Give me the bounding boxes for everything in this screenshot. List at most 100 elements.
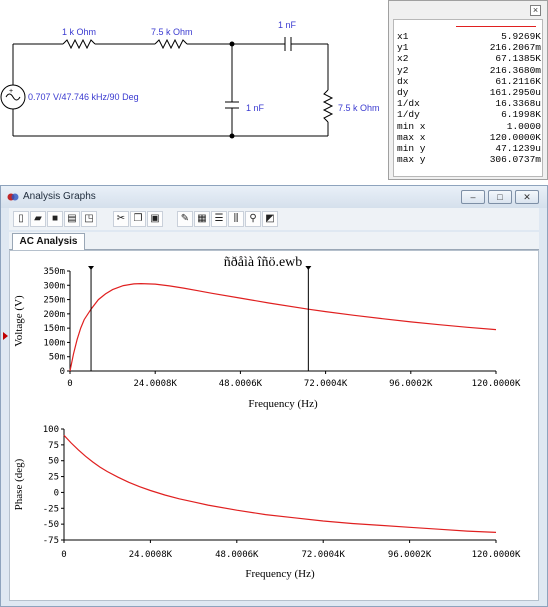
x-axis-label: Frequency (Hz) bbox=[245, 568, 315, 580]
legend-icon[interactable]: ☰ bbox=[211, 211, 227, 227]
analysis-graphs-window: Analysis Graphs – □ ✕ ▯ ▰ ■ ▤ ◳ ✂ ❐ ▣ ✎ … bbox=[0, 185, 548, 607]
x-tick-label: 0 bbox=[67, 379, 72, 389]
x-tick-label: 0 bbox=[61, 550, 66, 560]
cut-icon[interactable]: ✂ bbox=[113, 211, 129, 227]
title-bar[interactable]: Analysis Graphs – □ ✕ bbox=[1, 186, 547, 208]
open-icon[interactable]: ▰ bbox=[30, 211, 46, 227]
readout-value: 61.2116K bbox=[495, 75, 541, 87]
circuit-schematic: + 1 k Ohm 7.5 k Ohm 1 nF 1 nF 7.5 k Ohm … bbox=[0, 20, 380, 139]
x-tick-label: 96.0002K bbox=[389, 379, 433, 389]
svg-text:+: + bbox=[9, 88, 13, 95]
readout-key: 1/dx bbox=[397, 98, 420, 110]
readout-value: 47.1239u bbox=[495, 142, 541, 154]
readout-row: 1/dy 6.1998K bbox=[397, 109, 541, 120]
y-tick-label: -50 bbox=[43, 520, 59, 530]
analysis-plots: ñðåìà îñö.ewb 0 50m 100m 150m 200m 250m 300m 350… bbox=[13, 255, 521, 580]
readout-value: 306.0737m bbox=[489, 154, 541, 166]
new-icon[interactable]: ▯ bbox=[13, 211, 29, 227]
x-tick-label: 120.0000K bbox=[472, 550, 521, 560]
print-preview-icon[interactable]: ◳ bbox=[81, 211, 97, 227]
x-tick-label: 48.0006K bbox=[215, 550, 259, 560]
readout-value: 1.0000 bbox=[506, 120, 541, 132]
readout-value: 6.1998K bbox=[501, 109, 541, 121]
readout-key: 1/dy bbox=[397, 109, 420, 121]
copy-icon[interactable]: ❐ bbox=[130, 211, 146, 227]
y-tick-label: 0 bbox=[54, 488, 59, 498]
maximize-button[interactable]: □ bbox=[488, 190, 512, 204]
copy-graph-icon[interactable]: ◩ bbox=[262, 211, 278, 227]
readout-value: 67.1385K bbox=[495, 53, 541, 65]
x-tick-label: 72.0004K bbox=[304, 379, 348, 389]
x-tick-label: 72.0004K bbox=[302, 550, 346, 560]
readout-value: 216.2067m bbox=[489, 42, 541, 54]
resistor-r2 bbox=[154, 38, 188, 50]
readout-row: min x 1.0000 bbox=[397, 121, 541, 132]
plot-area: ñðåìà îñö.ewb 0 50m 100m 150m 200m 250m 300m 350… bbox=[9, 250, 539, 601]
save-icon[interactable]: ■ bbox=[47, 211, 63, 227]
chart-title: ñðåìà îñö.ewb bbox=[224, 255, 303, 270]
y-tick-label: 50 bbox=[48, 457, 59, 467]
tab-strip: AC Analysis bbox=[9, 232, 539, 250]
series-line bbox=[69, 282, 497, 372]
properties-icon[interactable]: ✎ bbox=[177, 211, 193, 227]
readout-row: 1/dx 16.3368u bbox=[397, 98, 541, 109]
readout-key: min x bbox=[397, 120, 426, 132]
readout-row: x2 67.1385K bbox=[397, 53, 541, 64]
readout-row: y1 216.2067m bbox=[397, 42, 541, 53]
readout-key: y1 bbox=[397, 42, 409, 54]
y-tick-label: 350m bbox=[43, 267, 65, 277]
y-tick-label: 100 bbox=[43, 425, 59, 435]
x-axis-label: Frequency (Hz) bbox=[248, 398, 318, 410]
r3-label: 7.5 k Ohm bbox=[338, 103, 380, 113]
x-tick-label: 96.0002K bbox=[388, 550, 432, 560]
y-tick-label: 300m bbox=[43, 281, 65, 291]
y-tick-label: 75 bbox=[48, 441, 59, 451]
close-button[interactable]: ✕ bbox=[515, 190, 539, 204]
cursor-handle bbox=[305, 266, 312, 270]
resistor-r1 bbox=[62, 38, 96, 50]
readout-value: 16.3368u bbox=[495, 98, 541, 110]
window-title: Analysis Graphs bbox=[23, 191, 96, 202]
readout-row: dx 61.2116K bbox=[397, 76, 541, 87]
cursor-icon[interactable]: ⫼ bbox=[228, 211, 244, 227]
print-icon[interactable]: ▤ bbox=[64, 211, 80, 227]
y-tick-label: 250m bbox=[43, 296, 65, 306]
r2-label: 7.5 k Ohm bbox=[151, 27, 193, 37]
series-line bbox=[63, 434, 497, 533]
close-icon[interactable]: × bbox=[530, 5, 541, 16]
readout-key: y2 bbox=[397, 64, 409, 76]
trace-legend-line bbox=[456, 26, 536, 27]
source-label: 0.707 V/47.746 kHz/90 Deg bbox=[28, 92, 139, 102]
readout-row: y2 216.3680m bbox=[397, 65, 541, 76]
selected-trace-marker bbox=[3, 332, 8, 340]
y-tick-label: 50m bbox=[49, 353, 65, 363]
readout-value: 161.2950u bbox=[489, 87, 541, 99]
x-tick-label: 24.0008K bbox=[129, 550, 173, 560]
grid-icon[interactable]: ▦ bbox=[194, 211, 210, 227]
readout-row: min y 47.1239u bbox=[397, 143, 541, 154]
y-axis-label: Phase (deg) bbox=[13, 458, 25, 510]
c2-label: 1 nF bbox=[246, 103, 265, 113]
zoom-icon[interactable]: ⚲ bbox=[245, 211, 261, 227]
readout-row: x1 5.9269K bbox=[397, 31, 541, 42]
readout-value: 5.9269K bbox=[501, 31, 541, 43]
readout-panel: x1 5.9269K y1 216.2067m x2 67.1385K y2 216.3680… bbox=[393, 19, 543, 177]
y-tick-label: -25 bbox=[43, 504, 59, 514]
readout-value: 120.0000K bbox=[489, 131, 541, 143]
tab-ac-analysis[interactable]: AC Analysis bbox=[12, 233, 85, 250]
y-tick-label: 0 bbox=[60, 367, 65, 377]
junction-bottom bbox=[229, 133, 235, 139]
y-tick-label: -75 bbox=[43, 536, 59, 546]
y-tick-label: 25 bbox=[48, 473, 59, 483]
paste-icon[interactable]: ▣ bbox=[147, 211, 163, 227]
minimize-button[interactable]: – bbox=[461, 190, 485, 204]
readout-table: x1 5.9269K y1 216.2067m x2 67.1385K y2 216.3680… bbox=[397, 31, 541, 165]
y-tick-label: 100m bbox=[43, 338, 65, 348]
junction-top bbox=[229, 41, 235, 47]
readout-key: min y bbox=[397, 142, 426, 154]
readout-row: max x 120.0000K bbox=[397, 132, 541, 143]
app-icon bbox=[7, 193, 19, 201]
y-axis-label: Voltage (V) bbox=[13, 295, 25, 347]
cursor-readout-window: × x1 5.9269K y1 216.2067m x2 67.1385K y2 216.36… bbox=[388, 0, 548, 180]
readout-row: dy 161.2950u bbox=[397, 87, 541, 98]
